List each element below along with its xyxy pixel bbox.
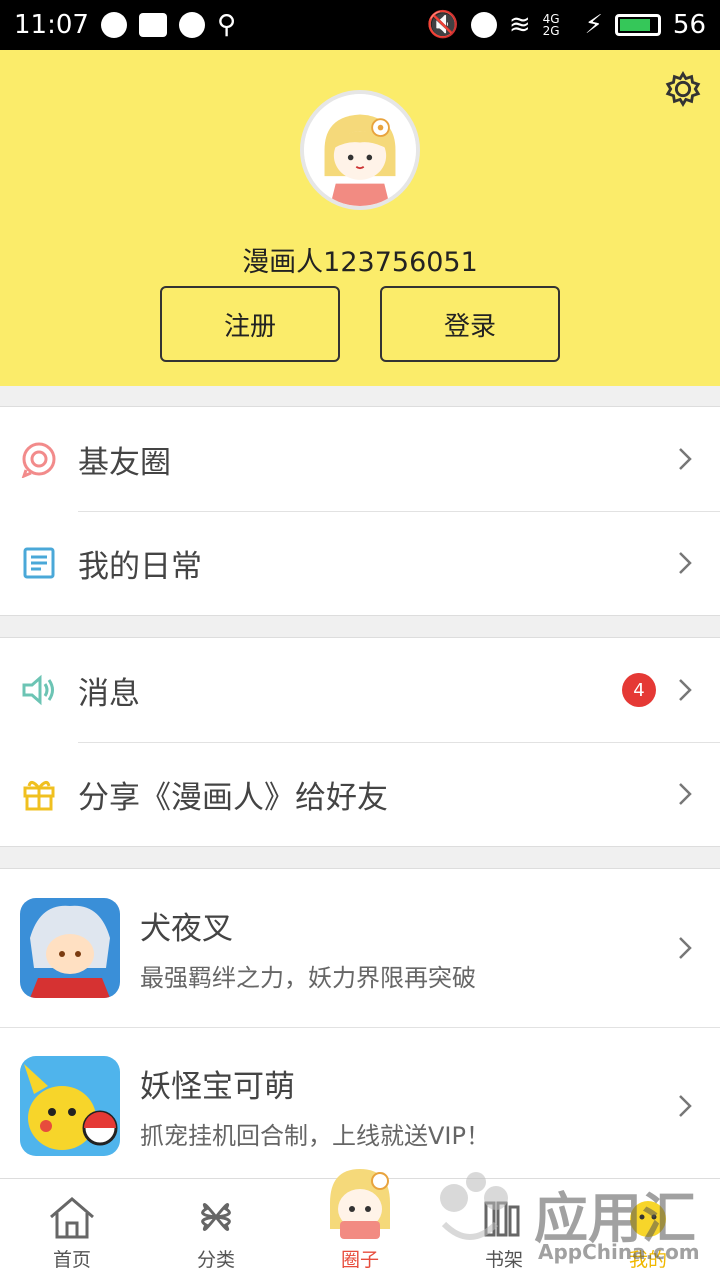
message-icon xyxy=(100,12,127,38)
check-icon xyxy=(178,12,205,38)
battery-level: 56 xyxy=(672,10,706,40)
settings-gear-icon[interactable] xyxy=(664,70,702,108)
battery-icon xyxy=(614,14,661,36)
unread-badge: 4 xyxy=(622,673,656,707)
avatar[interactable] xyxy=(300,90,420,210)
mute-icon: 🔇 xyxy=(426,10,459,40)
menu-item-label: 基友圈 xyxy=(78,444,171,481)
chevron-right-icon xyxy=(679,448,692,470)
status-time: 11:07 xyxy=(14,10,89,40)
appchina-watermark: 应用汇 AppChina.com xyxy=(414,1158,714,1270)
tab-label: 圈子 xyxy=(340,1249,379,1271)
menu-group-social: 基友圈 我的日常 xyxy=(0,406,720,616)
profile-header: 漫画人123756051 注册 登录 xyxy=(0,50,720,386)
app-description: 抓宠挂机回合制，上线就送VIP！ xyxy=(140,1122,490,1150)
menu-item-label: 分享《漫画人》给好友 xyxy=(78,779,388,816)
chevron-right-icon xyxy=(679,937,692,959)
menu-item-daily[interactable]: 我的日常 xyxy=(0,511,720,615)
gift-icon xyxy=(23,781,55,811)
tab-label: 首页 xyxy=(52,1249,91,1271)
image-icon xyxy=(138,13,167,37)
menu-item-messages[interactable]: 消息 4 xyxy=(0,638,720,742)
tab-home[interactable]: 首页 xyxy=(0,1179,144,1280)
pokemon-app-icon xyxy=(20,1056,120,1156)
menu-group-messages: 消息 4 分享《漫画人》给好友 xyxy=(0,637,720,847)
chevron-right-icon xyxy=(679,783,692,805)
chevron-right-icon xyxy=(679,552,692,574)
note-icon xyxy=(23,547,55,579)
inuyasha-app-icon xyxy=(20,898,120,998)
app-promo-list: 犬夜叉 最强羁绊之力，妖力界限再突破 妖怪宝可萌 抓宠挂机回合制，上线就送VIP… xyxy=(0,868,720,1180)
menu-item-label: 我的日常 xyxy=(78,548,202,585)
usb-icon: ⚲ xyxy=(216,10,236,40)
register-button[interactable]: 注册 xyxy=(160,286,340,362)
watermark-site: AppChina.com xyxy=(538,1240,700,1264)
wifi-icon: ≋ xyxy=(508,10,531,40)
speaker-icon xyxy=(22,674,54,706)
menu-item-share[interactable]: 分享《漫画人》给好友 xyxy=(0,742,720,846)
tab-circle[interactable]: 圈子 xyxy=(288,1169,432,1280)
clover-icon xyxy=(201,1203,231,1231)
app-title: 妖怪宝可萌 xyxy=(140,1069,295,1105)
mascot-girl-icon xyxy=(330,1169,390,1239)
app-title: 犬夜叉 xyxy=(140,911,233,947)
tab-category[interactable]: 分类 xyxy=(144,1179,288,1280)
username: 漫画人123756051 xyxy=(242,247,478,278)
avatar-girl-icon xyxy=(304,94,416,206)
status-bar: 11:07 ⚲ 🔇 ≋ 4G 2G ⚡ 56 xyxy=(0,0,720,50)
app-description: 最强羁绊之力，妖力界限再突破 xyxy=(140,964,476,992)
login-button[interactable]: 登录 xyxy=(380,286,560,362)
home-icon xyxy=(50,1197,94,1239)
alarm-icon xyxy=(470,12,497,38)
chat-circle-icon xyxy=(21,442,56,478)
menu-item-label: 消息 xyxy=(78,675,140,712)
app-promo-inuyasha[interactable]: 犬夜叉 最强羁绊之力，妖力界限再突破 xyxy=(0,869,720,1027)
tab-label: 分类 xyxy=(196,1249,235,1271)
chevron-right-icon xyxy=(679,679,692,701)
chevron-right-icon xyxy=(679,1095,692,1117)
charging-icon: ⚡ xyxy=(584,10,603,40)
menu-item-jiyouquan[interactable]: 基友圈 xyxy=(0,407,720,511)
signal-label: 4G 2G xyxy=(542,12,560,38)
